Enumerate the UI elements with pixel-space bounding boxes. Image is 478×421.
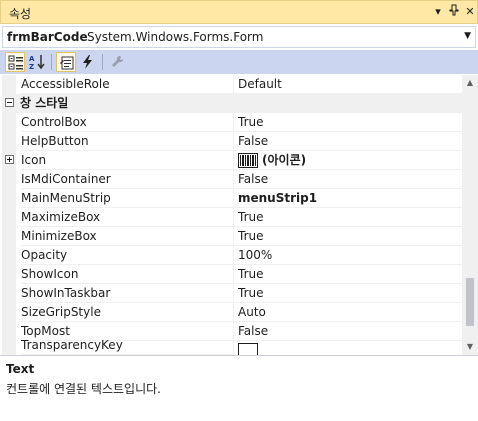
expand-plus-icon[interactable] (5, 155, 14, 164)
toolbar-separator (51, 54, 52, 70)
properties-icon (60, 56, 74, 70)
properties-button[interactable] (56, 52, 76, 72)
property-name: ShowIcon (21, 265, 233, 284)
pin-icon[interactable] (447, 4, 461, 20)
property-row-showintaskbar[interactable]: ShowInTaskbar True (2, 284, 462, 303)
property-name: HelpButton (21, 132, 233, 151)
property-value[interactable]: True (233, 113, 462, 132)
description-title: Text (6, 362, 35, 376)
category-name: 창 스타일 (20, 96, 69, 110)
scroll-down-arrow-icon[interactable]: ▼ (462, 339, 478, 355)
category-row-window-style[interactable]: 창 스타일 (2, 94, 462, 113)
properties-toolbar: A Z (0, 50, 478, 74)
property-value[interactable]: menuStrip1 (233, 189, 462, 208)
property-row-transparencykey[interactable]: TransparencyKey (2, 338, 462, 355)
scrollbar-thumb[interactable] (466, 278, 474, 326)
scroll-up-arrow-icon[interactable]: ▲ (462, 75, 478, 91)
property-value[interactable]: (아이콘) (233, 151, 462, 170)
property-row-ismdicontainer[interactable]: IsMdiContainer False (2, 170, 462, 189)
svg-text:Z: Z (29, 63, 34, 70)
property-name: IsMdiContainer (21, 170, 233, 189)
property-value[interactable]: False (233, 322, 462, 341)
chevron-down-icon[interactable]: ▼ (464, 31, 471, 41)
property-name: ShowInTaskbar (21, 284, 233, 303)
property-row-mainmenustrip[interactable]: MainMenuStrip menuStrip1 (2, 189, 462, 208)
property-value[interactable]: False (233, 170, 462, 189)
properties-window-title-bar: 속성 ▾ ✕ (0, 0, 478, 24)
toolbar-separator (102, 54, 103, 70)
property-row-showicon[interactable]: ShowIcon True (2, 265, 462, 284)
property-value[interactable]: 100% (233, 246, 462, 265)
window-menu-dropdown-icon[interactable]: ▾ (431, 4, 445, 20)
property-value[interactable]: True (233, 227, 462, 246)
color-swatch (238, 343, 258, 355)
events-button[interactable] (78, 52, 98, 72)
description-pane: Text 컨트롤에 연결된 텍스트입니다. (0, 355, 478, 421)
property-row-helpbutton[interactable]: HelpButton False (2, 132, 462, 151)
barcode-icon (238, 153, 258, 168)
close-icon[interactable]: ✕ (463, 4, 477, 20)
property-name: MainMenuStrip (21, 189, 233, 208)
wrench-icon (112, 55, 124, 67)
property-name: MaximizeBox (21, 208, 233, 227)
property-row-accessiblerole[interactable]: AccessibleRole Default (2, 75, 462, 94)
property-name: TransparencyKey (21, 336, 233, 355)
property-value[interactable]: Auto (233, 303, 462, 322)
property-row-sizegripstyle[interactable]: SizeGripStyle Auto (2, 303, 462, 322)
object-selector[interactable]: frmBarCode System.Windows.Forms.Form ▼ (2, 26, 476, 48)
categorized-icon (8, 55, 23, 70)
property-name: ControlBox (21, 113, 233, 132)
property-row-minimizebox[interactable]: MinimizeBox True (2, 227, 462, 246)
property-name: MinimizeBox (21, 227, 233, 246)
property-grid: AccessibleRole Default 창 스타일 ControlBox … (2, 75, 462, 355)
vertical-scrollbar[interactable]: ▲ ▼ (462, 75, 478, 355)
icon-value-text: (아이콘) (262, 153, 307, 167)
property-name: AccessibleRole (21, 75, 233, 94)
object-type: System.Windows.Forms.Form (87, 30, 264, 44)
svg-text:A: A (29, 55, 35, 63)
property-name: Opacity (21, 246, 233, 265)
property-pages-button[interactable] (107, 52, 127, 72)
property-value[interactable] (233, 341, 462, 355)
property-row-maximizebox[interactable]: MaximizeBox True (2, 208, 462, 227)
property-value[interactable]: Default (233, 75, 462, 94)
property-row-controlbox[interactable]: ControlBox True (2, 113, 462, 132)
property-value[interactable]: True (233, 208, 462, 227)
collapse-minus-icon[interactable] (5, 98, 14, 107)
alphabetical-icon: A Z (29, 55, 45, 70)
property-name: SizeGripStyle (21, 303, 233, 322)
property-value[interactable]: True (233, 265, 462, 284)
categorized-button[interactable] (5, 52, 25, 72)
property-name: Icon (21, 151, 233, 170)
property-value[interactable]: False (233, 132, 462, 151)
object-name: frmBarCode (7, 30, 88, 44)
alphabetical-button[interactable]: A Z (27, 52, 47, 72)
lightning-icon (83, 55, 92, 69)
window-title: 속성 (9, 7, 32, 21)
property-value[interactable]: True (233, 284, 462, 303)
property-row-icon[interactable]: Icon (아이콘) (2, 151, 462, 170)
description-text: 컨트롤에 연결된 텍스트입니다. (6, 382, 161, 396)
property-row-opacity[interactable]: Opacity 100% (2, 246, 462, 265)
